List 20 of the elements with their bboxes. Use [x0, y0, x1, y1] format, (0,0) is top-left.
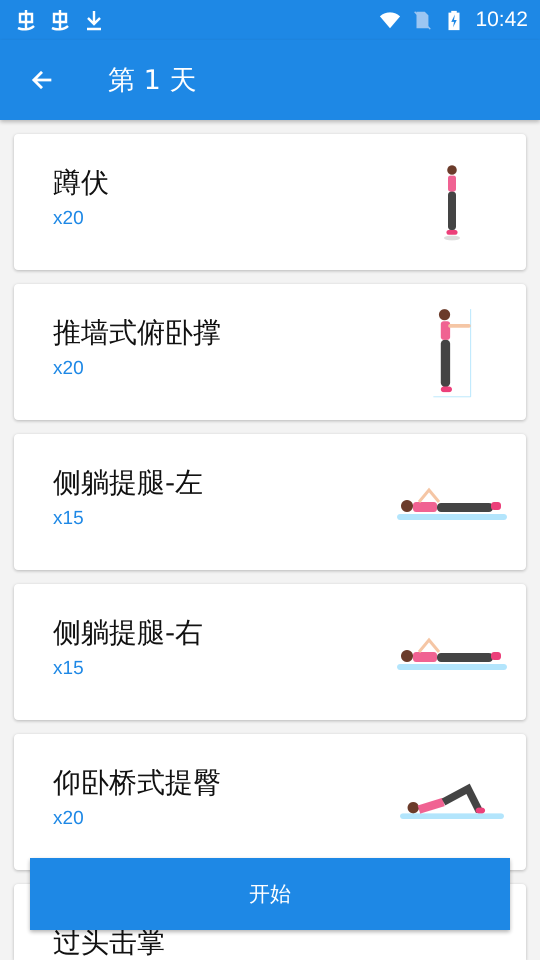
start-button[interactable]: 开始	[30, 858, 510, 930]
exercise-card[interactable]: 侧躺提腿-左 x15	[14, 434, 526, 570]
repetition-count: x20	[53, 808, 85, 830]
exercise-name: 过头击掌	[53, 929, 165, 957]
exercise-card[interactable]: 蹲伏 x20	[14, 134, 526, 270]
exercise-card[interactable]: 侧躺提腿-右 x15	[14, 584, 526, 720]
status-time: 10:42	[475, 8, 528, 32]
exercise-card[interactable]: 推墙式俯卧撑 x20	[14, 284, 526, 420]
exercise-name: 侧躺提腿-右	[53, 615, 204, 651]
repetition-count: x15	[53, 508, 85, 530]
repetition-count: x15	[53, 658, 85, 680]
exercise-name: 推墙式俯卧撑	[53, 315, 221, 351]
exercise-name: 仰卧桥式提臀	[53, 765, 221, 801]
exercise-name: 侧躺提腿-左	[53, 465, 204, 501]
exercise-name: 蹲伏	[53, 165, 109, 201]
no-sim-icon	[411, 9, 434, 31]
exercise-card[interactable]: 仰卧桥式提臀 x20	[14, 734, 526, 870]
repetition-count: x20	[53, 208, 85, 230]
screen-title: 第 1 天	[108, 64, 196, 98]
repetition-count: x20	[53, 358, 85, 380]
